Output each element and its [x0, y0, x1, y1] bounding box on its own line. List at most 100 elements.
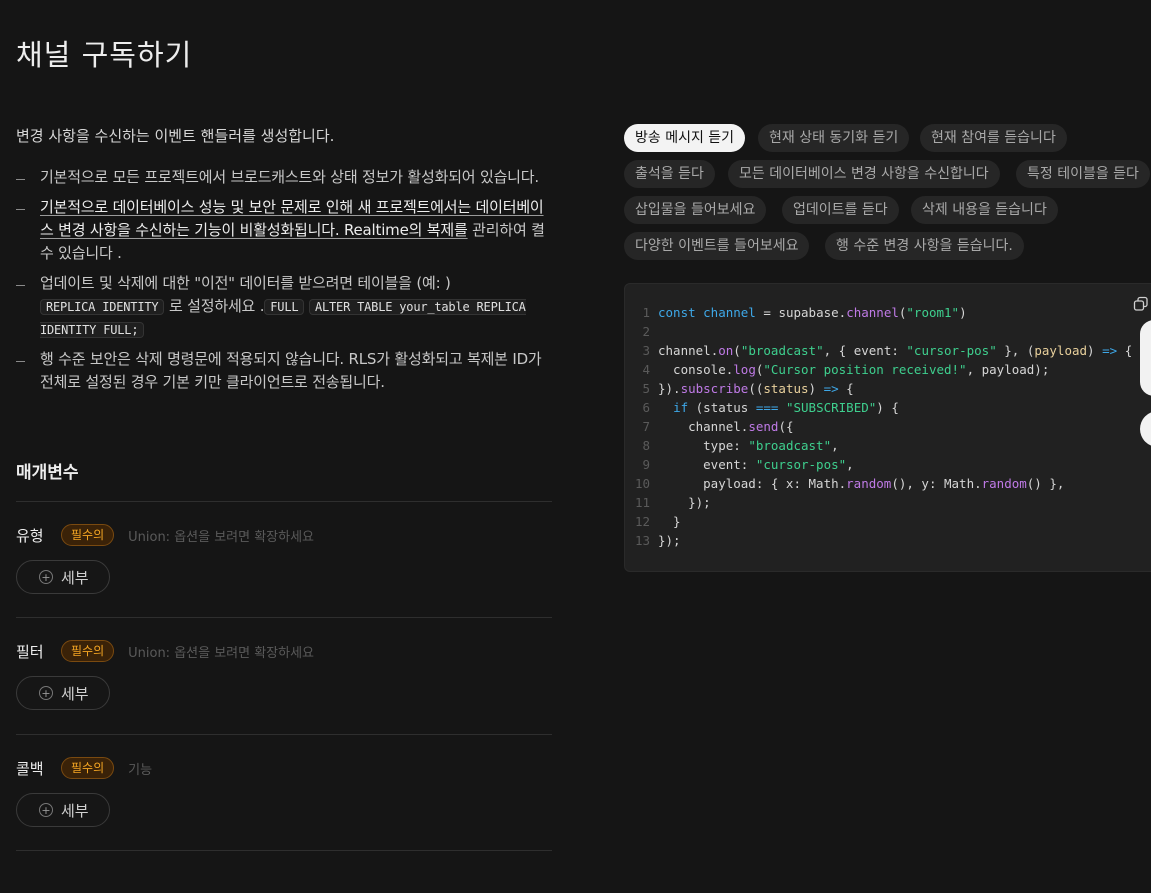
note-item: 행 수준 보안은 삭제 명령문에 적용되지 않습니다. RLS가 활성화되고 복… [16, 348, 552, 394]
code-token: if [673, 400, 689, 415]
code-token: channel [658, 419, 741, 434]
divider [16, 850, 552, 851]
details-button[interactable]: + 세부 [16, 676, 110, 710]
param-name: 유형 [16, 526, 44, 545]
code-token: send [748, 419, 779, 434]
copy-icon[interactable] [1133, 296, 1149, 312]
example-chip[interactable]: 모든 데이터베이스 변경 사항을 수신합니다 [728, 160, 1000, 188]
line-number: 6 [642, 400, 650, 415]
code-token: channel [658, 343, 711, 358]
code-token: === [755, 400, 779, 415]
code-line: 5}).subscribe((status) => { [625, 379, 854, 398]
required-badge: 필수의 [61, 757, 115, 779]
code-token: random [981, 476, 1027, 491]
code-line: 13}); [625, 531, 681, 550]
param-type: Union: 옵션을 보려면 확장하세요 [128, 529, 315, 545]
note-text: 기본적으로 모든 프로젝트에서 브로드캐스트와 상태 정보가 활성화되어 있습니… [40, 168, 539, 186]
details-label: 세부 [61, 684, 89, 703]
note-text: 로 설정하세요 . [164, 297, 265, 315]
required-badge: 필수의 [61, 524, 115, 546]
inline-code: REPLICA IDENTITY [40, 299, 165, 315]
code-token: type: [658, 438, 749, 453]
example-chip[interactable]: 삽입물을 들어보세요 [624, 196, 767, 224]
line-number: 5 [642, 381, 650, 396]
code-line: 9 event: "cursor-pos", [625, 455, 854, 474]
code-line: 11 }); [625, 493, 711, 512]
example-chip[interactable]: 현재 상태 동기화 듣기 [758, 124, 910, 152]
side-panel-tab[interactable] [1140, 320, 1151, 396]
note-item: 기본적으로 모든 프로젝트에서 브로드캐스트와 상태 정보가 활성화되어 있습니… [16, 166, 552, 189]
code-token: { [838, 381, 854, 396]
code-token: { [1117, 343, 1133, 358]
line-number: 7 [642, 419, 650, 434]
param-type: Union: 옵션을 보려면 확장하세요 [128, 645, 315, 661]
code-token: supabase [778, 305, 839, 320]
code-token: => [1102, 343, 1118, 358]
note-text: 행 수준 보안은 삭제 명령문에 적용되지 않습니다. RLS가 활성화되고 복… [40, 350, 542, 391]
note-text: 업데이트 및 삭제에 대한 "이전" 데이터를 받으려면 테이블을 (예: ) [40, 274, 451, 292]
param-name: 콜백 [16, 759, 44, 778]
code-line: 8 type: "broadcast", [625, 436, 839, 455]
code-token: }); [658, 495, 711, 510]
code-token: const [658, 305, 704, 320]
page-title: 채널 구독하기 [16, 38, 193, 72]
example-chip[interactable]: 행 수준 변경 사항을 듣습니다. [825, 232, 1024, 260]
code-token: , [831, 438, 839, 453]
code-token: on [718, 343, 734, 358]
code-token: , [846, 457, 854, 472]
code-token: "broadcast" [748, 438, 832, 453]
details-button[interactable]: + 세부 [16, 560, 110, 594]
line-number: 9 [642, 457, 650, 472]
example-chip[interactable]: 업데이트를 듣다 [782, 196, 899, 224]
code-line: 4 console.log("Cursor position received!… [625, 360, 1049, 379]
line-number: 4 [642, 362, 650, 377]
code-token: random [846, 476, 892, 491]
example-chip[interactable]: 출석을 듣다 [624, 160, 715, 188]
code-line: 12 } [625, 512, 681, 531]
code-token: "cursor-pos" [906, 343, 997, 358]
code-token: subscribe [680, 381, 749, 396]
code-token: ( [733, 343, 741, 358]
plus-circle-icon: + [39, 686, 53, 700]
param-name: 필터 [16, 642, 44, 661]
code-token: (status [688, 400, 756, 415]
code-token: ) [808, 381, 824, 396]
code-line: 2 [625, 322, 658, 341]
code-line: 1 const channel = supabase.channel("room1… [625, 303, 967, 322]
example-chip[interactable]: 현재 참여를 듣습니다 [920, 124, 1067, 152]
code-token: }). [658, 381, 681, 396]
code-token: => [823, 381, 839, 396]
code-line: 3 channel.on("broadcast", { event: "curso… [625, 341, 1132, 360]
example-chip[interactable]: 방송 메시지 듣기 [624, 124, 746, 152]
example-chip[interactable]: 다양한 이벤트를 들어보세요 [624, 232, 810, 260]
code-token: }); [658, 533, 681, 548]
code-token: ) [959, 305, 967, 320]
example-chip[interactable]: 삭제 내용을 듣습니다 [911, 196, 1058, 224]
code-token: () }, [1026, 476, 1065, 491]
line-number: 8 [642, 438, 650, 453]
note-item: 기본적으로 데이터베이스 성능 및 보안 문제로 인해 새 프로젝트에서는 데이… [16, 196, 552, 265]
line-number: 1 [642, 305, 650, 320]
param-row: 유형 필수의 Union: 옵션을 보려면 확장하세요 + 세부 [16, 501, 552, 594]
details-button[interactable]: + 세부 [16, 793, 110, 827]
code-token: event: [658, 457, 756, 472]
code-token: "cursor-pos" [755, 457, 847, 472]
code-line: 7 channel.send({ [625, 417, 793, 436]
plus-circle-icon: + [39, 803, 53, 817]
example-chip[interactable]: 특정 테이블을 듣다 [1016, 160, 1150, 188]
code-block[interactable]: 1 const channel = supabase.channel("room1… [624, 283, 1151, 572]
code-token: payload [1034, 343, 1088, 358]
code-token: }, ( [996, 343, 1035, 358]
code-token: } [658, 514, 681, 529]
code-token: (( [748, 381, 764, 396]
line-number: 12 [634, 514, 650, 529]
code-token: , payload); [966, 362, 1050, 377]
code-token: ) { [876, 400, 899, 415]
description-section: 변경 사항을 수신하는 이벤트 핸들러를 생성합니다. 기본적으로 모든 프로젝… [16, 124, 552, 401]
notes-list: 기본적으로 모든 프로젝트에서 브로드캐스트와 상태 정보가 활성화되어 있습니… [16, 166, 552, 394]
note-item: 업데이트 및 삭제에 대한 "이전" 데이터를 받으려면 테이블을 (예: ) R… [16, 272, 552, 341]
code-token: (), y: Math. [891, 476, 982, 491]
code-token: "Cursor position received!" [763, 362, 967, 377]
inline-code: FULL [264, 299, 305, 315]
